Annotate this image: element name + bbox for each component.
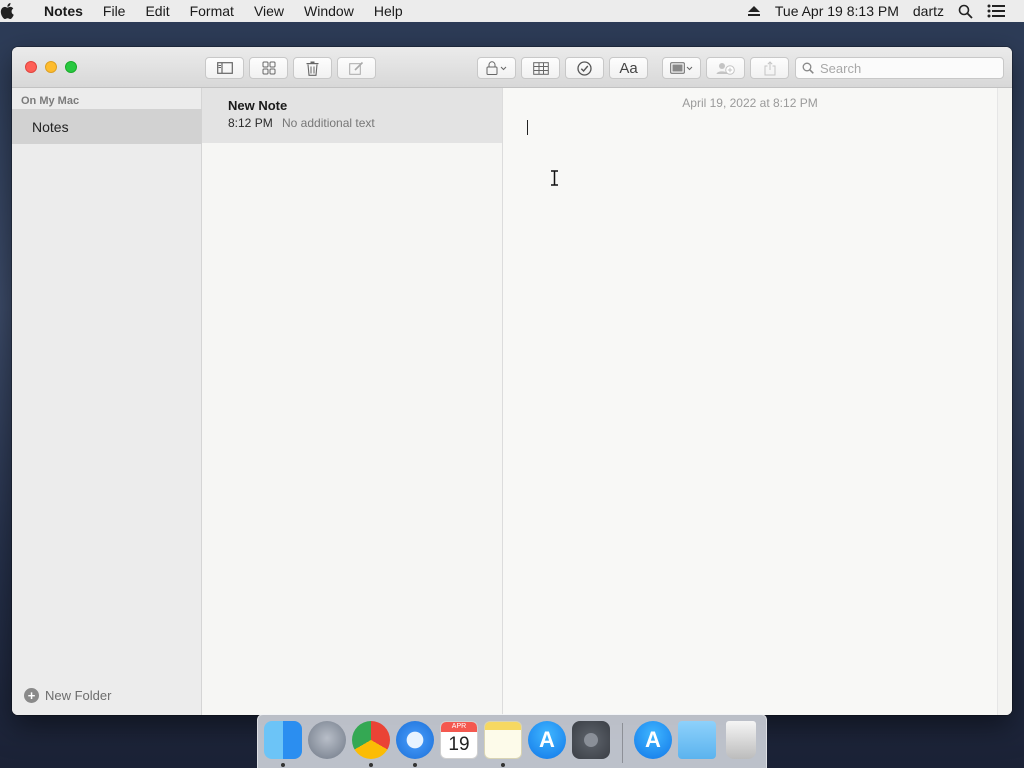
ibeam-cursor-icon [551, 170, 558, 186]
menu-format[interactable]: Format [180, 3, 244, 19]
delete-note-button[interactable] [293, 57, 332, 79]
system-preferences-icon[interactable] [572, 721, 610, 759]
spotlight-search-icon[interactable] [951, 4, 980, 19]
eject-icon[interactable] [740, 5, 768, 17]
plus-circle-icon: + [24, 688, 39, 703]
new-folder-label: New Folder [45, 688, 112, 703]
finder-icon[interactable] [264, 721, 302, 759]
launchpad-icon[interactable] [308, 721, 346, 759]
menu-clock[interactable]: Tue Apr 19 8:13 PM [768, 3, 906, 19]
zoom-window-button[interactable] [65, 61, 77, 73]
trash-icon[interactable] [726, 721, 756, 759]
list-item[interactable]: New Note 8:12 PM No additional text [202, 88, 502, 143]
calendar-icon[interactable]: APR 19 [440, 721, 478, 759]
checklist-button[interactable] [565, 57, 604, 79]
table-icon [532, 61, 549, 75]
share-icon [764, 60, 775, 75]
trash-icon [306, 61, 319, 76]
toggle-sidebar-button[interactable] [205, 57, 244, 79]
new-folder-button[interactable]: + New Folder [24, 688, 111, 703]
share-button[interactable] [750, 57, 789, 79]
menu-edit[interactable]: Edit [135, 3, 179, 19]
dock: APR 19 A A [257, 714, 767, 768]
control-center-icon[interactable] [980, 4, 1012, 18]
checkmark-circle-icon [577, 60, 592, 76]
menu-file[interactable]: File [93, 3, 136, 19]
notes-list: New Note 8:12 PM No additional text [202, 88, 503, 715]
note-title: New Note [228, 98, 288, 113]
lock-note-button[interactable] [477, 57, 516, 79]
chrome-icon[interactable] [352, 721, 390, 759]
app-store-download-icon[interactable]: A [634, 721, 672, 759]
sidebar-item-notes[interactable]: Notes [12, 109, 202, 144]
menu-help[interactable]: Help [364, 3, 413, 19]
sidebar-section-header: On My Mac [21, 95, 80, 107]
editor-scrollbar[interactable] [997, 88, 1012, 715]
search-input[interactable] [820, 60, 990, 76]
text-format-icon: Aa [619, 59, 638, 77]
compose-icon [349, 61, 364, 75]
insert-table-button[interactable] [521, 57, 560, 79]
search-icon [802, 62, 814, 74]
new-note-button[interactable] [337, 57, 376, 79]
running-indicator [281, 763, 285, 767]
menu-user[interactable]: dartz [906, 3, 951, 19]
photo-icon [669, 62, 692, 74]
close-window-button[interactable] [25, 61, 37, 73]
running-indicator [413, 763, 417, 767]
calendar-day: 19 [448, 734, 470, 755]
running-indicator [501, 763, 505, 767]
safari-icon[interactable] [396, 721, 434, 759]
note-editor[interactable]: April 19, 2022 at 8:12 PM [503, 88, 997, 715]
add-people-icon [716, 63, 735, 75]
folders-sidebar: On My Mac Notes + New Folder [12, 88, 202, 715]
lock-icon [486, 61, 506, 75]
text-format-button[interactable]: Aa [609, 57, 648, 79]
text-caret [527, 120, 528, 135]
sidebar-icon [216, 62, 233, 74]
downloads-folder-icon[interactable] [678, 721, 716, 759]
minimize-window-button[interactable] [45, 61, 57, 73]
gallery-view-button[interactable] [249, 57, 288, 79]
app-store-icon[interactable]: A [528, 721, 566, 759]
notes-icon[interactable] [484, 721, 522, 759]
running-indicator [369, 763, 373, 767]
window-toolbar: Aa [12, 47, 1012, 88]
search-field[interactable] [795, 57, 1004, 79]
menu-view[interactable]: View [244, 3, 294, 19]
menu-bar: Notes File Edit Format View Window Help … [0, 0, 1024, 22]
apple-menu-icon[interactable] [0, 3, 40, 19]
notes-window: Aa On My Mac Notes + New Folder New Note… [12, 47, 1012, 715]
menu-bar-extras: Tue Apr 19 8:13 PM dartz [740, 0, 1012, 22]
menu-app-name[interactable]: Notes [40, 3, 93, 19]
grid-icon [262, 61, 275, 75]
add-people-button[interactable] [706, 57, 745, 79]
add-media-button[interactable] [662, 57, 701, 79]
note-preview: No additional text [282, 116, 375, 130]
calendar-month: APR [441, 722, 477, 732]
menu-window[interactable]: Window [294, 3, 364, 19]
note-date: April 19, 2022 at 8:12 PM [682, 96, 818, 110]
dock-separator [622, 723, 623, 763]
note-time: 8:12 PM [228, 116, 273, 130]
